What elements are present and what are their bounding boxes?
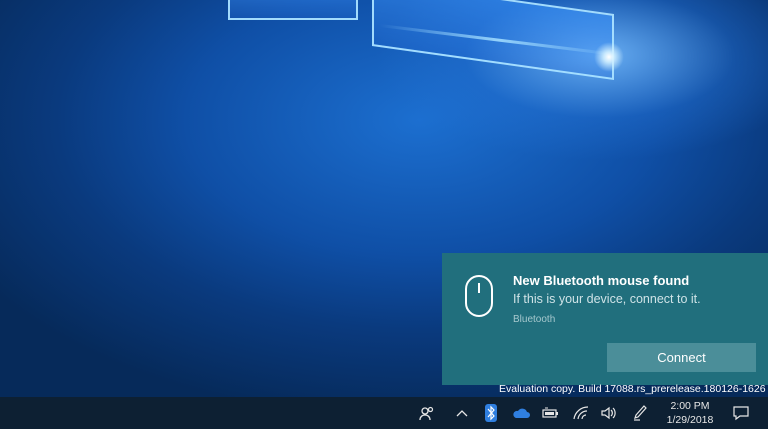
battery-icon[interactable] bbox=[540, 397, 562, 429]
wallpaper-pane-left bbox=[228, 0, 358, 20]
evaluation-watermark: Evaluation copy. Build 17088.rs_prerelea… bbox=[499, 383, 766, 395]
taskbar: 2:00 PM 1/29/2018 bbox=[0, 397, 768, 429]
mouse-icon bbox=[465, 275, 493, 317]
chevron-up-icon[interactable] bbox=[452, 397, 472, 429]
people-icon[interactable] bbox=[416, 397, 438, 429]
wallpaper-flare bbox=[594, 42, 624, 72]
clock-time: 2:00 PM bbox=[670, 400, 710, 412]
volume-icon[interactable] bbox=[598, 397, 620, 429]
notification-title: New Bluetooth mouse found bbox=[513, 273, 690, 288]
bluetooth-notification-toast[interactable]: New Bluetooth mouse found If this is you… bbox=[442, 253, 768, 385]
connect-button[interactable]: Connect bbox=[607, 343, 756, 372]
notification-body: If this is your device, connect to it. bbox=[513, 292, 701, 306]
clock-date: 1/29/2018 bbox=[666, 414, 714, 426]
bluetooth-icon[interactable] bbox=[481, 397, 501, 429]
notification-source: Bluetooth bbox=[513, 314, 556, 325]
onedrive-icon[interactable] bbox=[509, 397, 533, 429]
pen-icon[interactable] bbox=[629, 397, 651, 429]
taskbar-clock[interactable]: 2:00 PM 1/29/2018 bbox=[660, 399, 720, 427]
wifi-icon[interactable] bbox=[570, 397, 592, 429]
action-center-icon[interactable] bbox=[728, 397, 754, 429]
